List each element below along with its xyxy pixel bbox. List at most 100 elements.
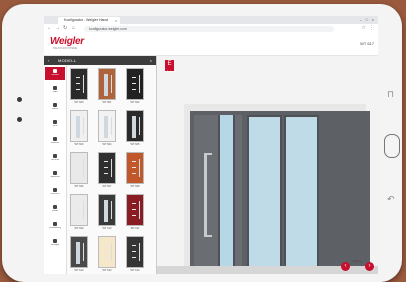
category-label: Glas (52, 90, 58, 93)
handle-mount-top (204, 153, 212, 155)
category-icon (53, 238, 57, 243)
door-model-label: WT 611 (130, 227, 140, 230)
back-chevron-icon[interactable]: ‹ (48, 56, 49, 65)
category-item[interactable]: Modell (45, 67, 65, 80)
door-model-label: WT 608 (130, 185, 140, 188)
prev-view-button[interactable]: ‹ (341, 262, 350, 271)
weigler-logo[interactable]: Weigler (50, 36, 84, 47)
thumbnail-ornament (104, 251, 108, 253)
thumbnail-handle (83, 75, 84, 93)
thumbnail-glass (132, 116, 136, 138)
handle-mount-bottom (204, 235, 212, 237)
category-icon (53, 204, 57, 209)
category-icon (53, 102, 57, 107)
url-input[interactable]: konfigurator.weigler.com (84, 25, 334, 32)
thumbnail-ornament (104, 173, 108, 175)
thumbnail-ornament (132, 161, 136, 163)
category-item[interactable]: Maße (45, 203, 65, 216)
door-glass-strip (220, 115, 233, 268)
thumbnail-ornament (76, 173, 80, 175)
door-thumbnail[interactable] (98, 110, 116, 142)
door-thumbnail[interactable] (126, 110, 144, 142)
bookmark-star-icon[interactable]: ☆ (362, 25, 366, 31)
browser-tab[interactable]: Konfigurator - Weigler Haust (58, 17, 120, 24)
door-thumbnail[interactable] (98, 68, 116, 100)
site-header: Weigler HAUSTÜRSYSTEME WT 617 (44, 33, 378, 56)
thumbnail-glass (104, 116, 108, 138)
home-icon[interactable]: ⌂ (72, 25, 75, 31)
category-item[interactable]: Farbe (45, 101, 65, 114)
thumbnail-ornament (132, 83, 136, 85)
category-icon (53, 153, 57, 158)
door-model-label: WT 604 (102, 143, 112, 146)
category-item[interactable]: Seitenteil (45, 169, 65, 182)
thumbnail-ornament (76, 215, 80, 217)
tab-close-icon[interactable]: × (115, 18, 117, 23)
menu-icon[interactable]: ⋮ (369, 25, 374, 31)
sidelight-left (247, 115, 282, 268)
category-item[interactable]: Griff (45, 118, 65, 131)
model-sidebar: ‹ MODELL × Modell Glas Farbe Griff Zubehör Sc… (44, 56, 157, 274)
door-handle-bar (204, 153, 207, 237)
next-view-button[interactable]: › (365, 262, 374, 271)
door-model-label: WT 600 (74, 101, 84, 104)
door-leaf (194, 115, 242, 268)
door-thumbnail[interactable] (98, 194, 116, 226)
recent-apps-icon[interactable]: ⊓ (387, 89, 394, 100)
category-item[interactable]: Schloss (45, 152, 65, 165)
category-item[interactable]: Oberlicht (45, 186, 65, 199)
category-item[interactable]: Ausstattung (45, 220, 65, 233)
minimize-icon[interactable]: – (360, 17, 362, 22)
reload-icon[interactable]: ↻ (63, 25, 67, 31)
thumbnail-ornament (76, 89, 80, 91)
door-thumbnail[interactable] (70, 152, 88, 184)
thumbnail-handle (139, 243, 140, 261)
thumbnail-handle (111, 75, 112, 93)
floor-label: Boden (353, 259, 362, 263)
category-item[interactable]: Glas (45, 84, 65, 97)
browser-tabbar: Konfigurator - Weigler Haust × – □ × (44, 16, 378, 24)
category-item[interactable]: Anfrage (45, 237, 65, 250)
close-window-icon[interactable]: × (372, 17, 374, 22)
thumbnail-handle (139, 159, 140, 177)
door-thumbnail[interactable] (126, 236, 144, 268)
door-thumbnail[interactable] (70, 236, 88, 268)
thumbnail-handle (139, 75, 140, 93)
category-label: Griff (52, 124, 58, 127)
door-thumbnail[interactable] (126, 194, 144, 226)
door-thumbnail[interactable] (70, 68, 88, 100)
thumbnail-ornament (76, 203, 80, 205)
door-model-label: WT 609 (74, 227, 84, 230)
category-icon (53, 187, 57, 192)
door-thumbnail[interactable] (98, 152, 116, 184)
door-model-label: WT 606 (74, 185, 84, 188)
door-thumbnail[interactable] (126, 68, 144, 100)
thumbnail-ornament (76, 209, 80, 211)
door-thumbnail[interactable] (70, 110, 88, 142)
home-button[interactable] (384, 134, 400, 158)
forward-arrow-icon[interactable]: → (55, 25, 60, 31)
door-thumbnail[interactable] (70, 194, 88, 226)
category-icon (53, 170, 57, 175)
maximize-icon[interactable]: □ (366, 17, 368, 22)
door-model-label: WT 614 (130, 269, 140, 272)
category-label: Farbe (51, 107, 58, 110)
category-icon (53, 136, 57, 141)
door-thumbnail[interactable] (98, 236, 116, 268)
door-thumbnail[interactable] (126, 152, 144, 184)
category-icon (53, 68, 57, 73)
glass-divider-right (233, 115, 235, 268)
config-badge[interactable]: E Konfigurator (165, 60, 177, 73)
logo-subtitle: HAUSTÜRSYSTEME (53, 47, 78, 50)
thumbnail-handle (111, 201, 112, 219)
thumbnail-handle (83, 201, 84, 219)
sensor-dot (17, 117, 22, 122)
thumbnail-glass (76, 116, 80, 138)
thumbnail-ornament (132, 251, 136, 253)
sidebar-close-icon[interactable]: × (150, 56, 152, 65)
category-item[interactable]: Zubehör (45, 135, 65, 148)
back-icon[interactable]: ↶ (387, 194, 395, 205)
back-arrow-icon[interactable]: ← (47, 25, 52, 31)
category-label: Modell (51, 73, 59, 76)
category-list: Modell Glas Farbe Griff Zubehör Schloss Seiten… (44, 65, 67, 274)
